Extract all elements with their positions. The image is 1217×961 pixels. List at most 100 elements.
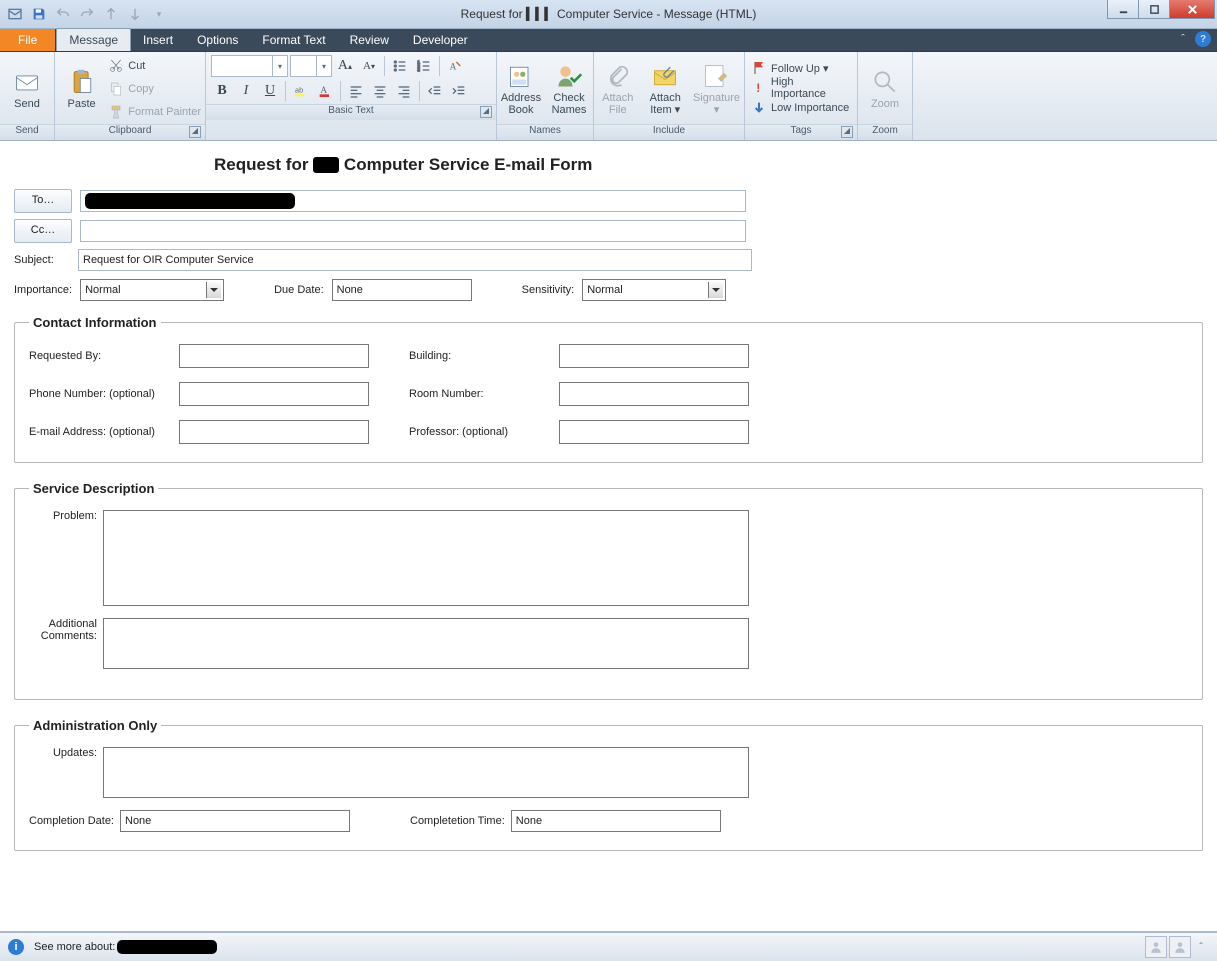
align-center-icon[interactable]: [369, 81, 391, 101]
group-tags: Tags◢: [745, 124, 857, 140]
to-field[interactable]: [80, 190, 746, 212]
cut-button[interactable]: Cut: [108, 56, 201, 76]
tab-message[interactable]: Message: [56, 28, 131, 51]
cut-label: Cut: [128, 60, 145, 72]
redacted-icon: [313, 157, 339, 173]
cc-field[interactable]: [80, 220, 746, 242]
contact-photo-icon[interactable]: [1145, 936, 1167, 958]
file-tab[interactable]: File: [0, 29, 56, 51]
sensitivity-label: Sensitivity:: [522, 284, 575, 296]
copy-button[interactable]: Copy: [108, 79, 201, 99]
previous-icon[interactable]: [100, 2, 122, 26]
minimize-button[interactable]: [1107, 0, 1139, 19]
svg-text:3: 3: [417, 67, 420, 72]
high-importance-button[interactable]: ! High Importance: [745, 78, 857, 98]
ribbon: Send Send Paste Cut Copy Format Painter …: [0, 52, 1217, 141]
additional-comments-label: Additional Comments:: [29, 618, 103, 642]
redacted-icon: [117, 940, 217, 954]
app-icon[interactable]: [4, 2, 26, 26]
paste-button[interactable]: Paste: [57, 55, 106, 123]
save-icon[interactable]: [28, 2, 50, 26]
signature-label: Signature ▾: [693, 92, 740, 116]
group-zoom: Zoom: [858, 124, 912, 140]
expand-people-pane-icon[interactable]: ˆ: [1193, 939, 1209, 955]
minimize-ribbon-icon[interactable]: ˆ: [1175, 31, 1191, 47]
format-painter-button[interactable]: Format Painter: [108, 102, 201, 122]
low-importance-label: Low Importance: [771, 102, 849, 114]
decrease-indent-icon[interactable]: [424, 81, 446, 101]
address-book-button[interactable]: Address Book: [499, 55, 543, 123]
address-book-label: Address Book: [501, 92, 541, 116]
bullets-icon[interactable]: [389, 56, 411, 76]
attach-file-button[interactable]: Attach File: [596, 55, 639, 123]
grow-font-icon[interactable]: A▴: [334, 56, 356, 76]
professor-field[interactable]: [559, 420, 749, 444]
group-send: Send: [0, 124, 54, 140]
clipboard-dialog-launcher[interactable]: ◢: [189, 126, 201, 138]
italic-icon[interactable]: I: [235, 81, 257, 101]
underline-icon[interactable]: U: [259, 81, 281, 101]
tab-review[interactable]: Review: [338, 29, 401, 51]
phone-field[interactable]: [179, 382, 369, 406]
highlight-icon[interactable]: ab: [290, 81, 312, 101]
additional-comments-field[interactable]: [103, 618, 749, 669]
group-basic-text: Basic Text◢: [206, 104, 496, 120]
building-field[interactable]: [559, 344, 749, 368]
to-button[interactable]: To…: [14, 189, 72, 213]
service-description-group: Service Description Problem: Additional …: [14, 481, 1203, 700]
next-icon[interactable]: [124, 2, 146, 26]
undo-icon[interactable]: [52, 2, 74, 26]
redo-icon[interactable]: [76, 2, 98, 26]
follow-up-button[interactable]: Follow Up ▾: [745, 58, 857, 78]
follow-up-label: Follow Up ▾: [771, 62, 828, 75]
send-label: Send: [14, 98, 40, 110]
room-field[interactable]: [559, 382, 749, 406]
requested-by-field[interactable]: [179, 344, 369, 368]
message-body: Request for Computer Service E-mail Form…: [0, 141, 1217, 875]
tab-options[interactable]: Options: [185, 29, 250, 51]
maximize-button[interactable]: [1138, 0, 1170, 19]
problem-field[interactable]: [103, 510, 749, 606]
increase-indent-icon[interactable]: [448, 81, 470, 101]
help-icon[interactable]: ?: [1195, 31, 1211, 47]
importance-select[interactable]: Normal: [80, 279, 224, 301]
contact-legend: Contact Information: [29, 315, 161, 330]
zoom-button[interactable]: Zoom: [860, 55, 910, 123]
tab-insert[interactable]: Insert: [131, 29, 185, 51]
shrink-font-icon[interactable]: A▾: [358, 56, 380, 76]
svg-text:!: !: [756, 81, 760, 95]
align-right-icon[interactable]: [393, 81, 415, 101]
font-name-combo[interactable]: ▾: [211, 55, 288, 77]
see-more-label: See more about:: [34, 941, 115, 953]
tab-format-text[interactable]: Format Text: [250, 29, 337, 51]
basictext-dialog-launcher[interactable]: ◢: [480, 106, 492, 118]
send-button[interactable]: Send: [2, 55, 52, 123]
check-names-label: Check Names: [552, 92, 587, 116]
numbering-icon[interactable]: 123: [413, 56, 435, 76]
info-icon: i: [8, 939, 24, 955]
clear-formatting-icon[interactable]: A: [444, 56, 466, 76]
font-color-icon[interactable]: A: [314, 81, 336, 101]
cc-button[interactable]: Cc…: [14, 219, 72, 243]
contact-photo-icon[interactable]: [1169, 936, 1191, 958]
check-names-button[interactable]: Check Names: [547, 55, 591, 123]
qat-customize-icon[interactable]: ▾: [148, 2, 170, 26]
completion-date-field[interactable]: None: [120, 810, 350, 832]
importance-label: Importance:: [14, 284, 72, 296]
completion-time-field[interactable]: None: [511, 810, 721, 832]
email-field[interactable]: [179, 420, 369, 444]
subject-field[interactable]: Request for OIR Computer Service: [78, 249, 752, 271]
due-date-field[interactable]: None: [332, 279, 472, 301]
align-left-icon[interactable]: [345, 81, 367, 101]
close-button[interactable]: [1169, 0, 1215, 19]
low-importance-button[interactable]: Low Importance: [745, 98, 857, 118]
signature-button[interactable]: Signature ▾: [691, 55, 742, 123]
high-importance-label: High Importance: [771, 76, 851, 100]
tags-dialog-launcher[interactable]: ◢: [841, 126, 853, 138]
font-size-combo[interactable]: ▾: [290, 55, 332, 77]
updates-field[interactable]: [103, 747, 749, 798]
attach-item-button[interactable]: Attach Item ▾: [643, 55, 686, 123]
sensitivity-select[interactable]: Normal: [582, 279, 726, 301]
bold-icon[interactable]: B: [211, 81, 233, 101]
tab-developer[interactable]: Developer: [401, 29, 480, 51]
